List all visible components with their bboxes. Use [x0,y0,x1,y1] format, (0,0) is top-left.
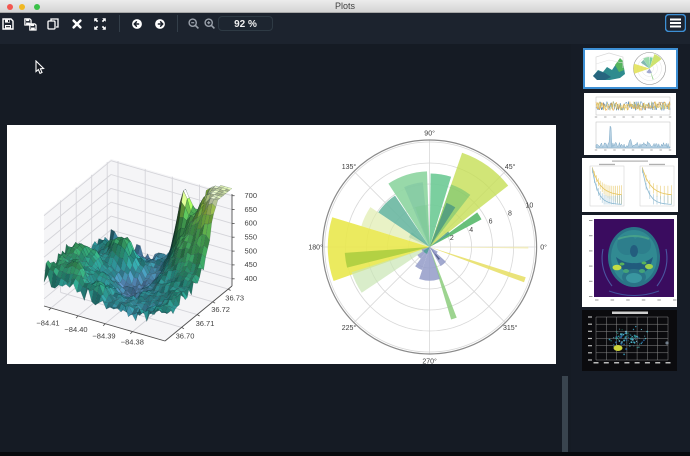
svg-text:90°: 90° [424,130,435,138]
svg-text:450: 450 [245,260,258,269]
svg-text:45°: 45° [505,163,516,171]
svg-text:315°: 315° [503,324,518,332]
svg-text:2: 2 [450,235,454,242]
svg-text:700: 700 [245,191,258,200]
svg-text:−84.41: −84.41 [36,319,59,328]
svg-text:400: 400 [245,274,258,283]
svg-text:36.73: 36.73 [225,293,244,302]
svg-text:550: 550 [245,233,258,242]
svg-text:8: 8 [508,211,512,218]
svg-text:10: 10 [526,203,534,210]
svg-text:36.71: 36.71 [196,319,215,328]
svg-text:36.72: 36.72 [211,305,230,314]
svg-text:−84.39: −84.39 [92,331,115,340]
svg-text:650: 650 [245,205,258,214]
svg-text:4: 4 [469,227,473,234]
svg-text:0°: 0° [540,244,547,252]
svg-text:6: 6 [489,219,493,226]
svg-text:−84.38: −84.38 [121,338,144,347]
svg-text:600: 600 [245,219,258,228]
svg-text:225°: 225° [342,324,357,332]
svg-text:500: 500 [245,246,258,255]
svg-text:180°: 180° [308,244,323,252]
svg-text:270°: 270° [422,358,437,365]
svg-text:135°: 135° [342,163,357,171]
svg-text:−84.40: −84.40 [64,325,87,334]
svg-text:36.70: 36.70 [176,332,195,341]
